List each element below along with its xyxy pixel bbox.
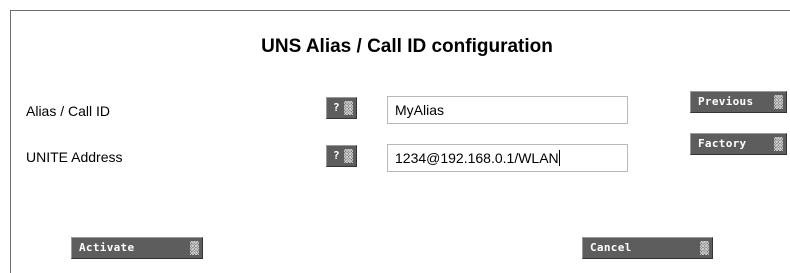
- unite-address-label: UNITE Address: [26, 149, 123, 165]
- factory-button-label: Factory: [698, 137, 747, 150]
- alias-call-id-value: MyAlias: [395, 102, 445, 118]
- activate-button[interactable]: Activate: [71, 237, 203, 259]
- alias-call-id-label: Alias / Call ID: [26, 103, 111, 119]
- help-question-icon: ?: [333, 101, 340, 114]
- cancel-button[interactable]: Cancel: [582, 237, 713, 259]
- text-caret: [558, 150, 560, 166]
- previous-button-label: Previous: [698, 95, 754, 108]
- unite-address-value: 1234@192.168.0.1/WLAN: [395, 150, 559, 166]
- alias-call-id-input[interactable]: MyAlias: [387, 96, 628, 124]
- grip-icon: [700, 241, 709, 255]
- unite-address-help-button[interactable]: ?: [326, 145, 357, 167]
- page-title: UNS Alias / Call ID configuration: [261, 36, 553, 57]
- grip-icon: [344, 101, 353, 115]
- factory-button[interactable]: Factory: [690, 133, 787, 155]
- alias-help-button[interactable]: ?: [326, 97, 357, 119]
- help-question-icon: ?: [333, 149, 340, 162]
- grip-icon: [774, 137, 783, 151]
- activate-button-label: Activate: [79, 241, 135, 254]
- previous-button[interactable]: Previous: [690, 91, 787, 113]
- grip-icon: [344, 149, 353, 163]
- grip-icon: [774, 95, 783, 109]
- unite-address-input[interactable]: 1234@192.168.0.1/WLAN: [387, 144, 628, 172]
- cancel-button-label: Cancel: [590, 241, 632, 254]
- grip-icon: [190, 241, 199, 255]
